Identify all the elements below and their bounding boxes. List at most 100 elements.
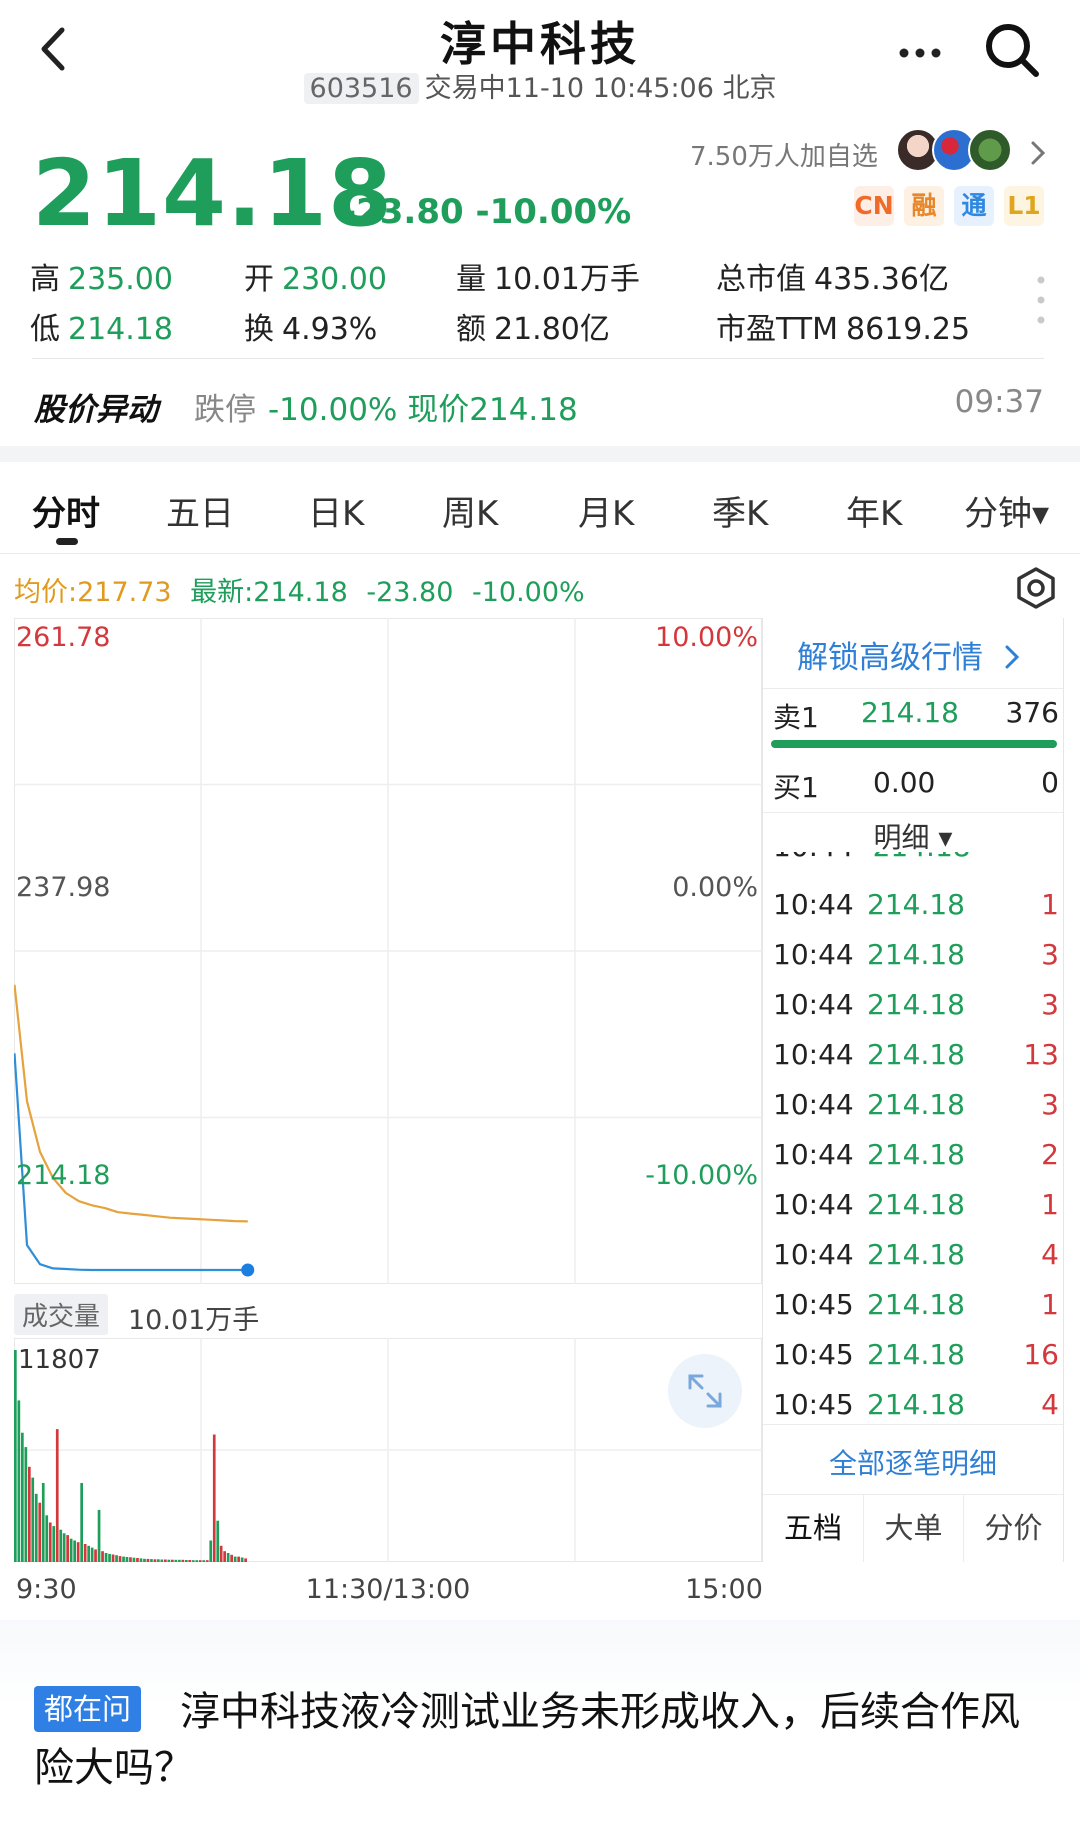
volume-bar xyxy=(209,1540,213,1562)
volume-bar xyxy=(17,1400,21,1562)
volume-bar xyxy=(101,1551,104,1562)
volume-bar xyxy=(38,1502,42,1562)
tick-row: 10:45 214.18 16 xyxy=(773,1338,1059,1378)
volume-total: 10.01万手 xyxy=(128,1305,260,1336)
avatar xyxy=(968,128,1012,172)
tab-2[interactable]: 日K xyxy=(308,486,364,535)
tab-0[interactable]: 分时 xyxy=(32,486,100,535)
volume-bar xyxy=(34,1493,38,1562)
tab-indicator xyxy=(56,538,78,545)
tab-6[interactable]: 年K xyxy=(846,486,902,535)
stat-label: 量 xyxy=(456,262,486,297)
chart-settings-button[interactable] xyxy=(1014,566,1058,610)
all-tick-detail-link[interactable]: 全部逐笔明细 xyxy=(763,1442,1063,1482)
y-mid-label: 237.98 xyxy=(16,872,110,903)
sell1-row[interactable]: 卖1 214.18 376 xyxy=(773,696,1059,736)
tick-price: 214.18 xyxy=(867,1038,965,1071)
time-axis-label: 9:30 xyxy=(16,1574,77,1605)
panel-tab-0[interactable]: 五档 xyxy=(763,1494,863,1562)
price-change: -23.80 -10.00% xyxy=(342,192,632,232)
stat-label: 换 xyxy=(244,312,274,347)
market-tag[interactable]: 通 xyxy=(954,186,994,226)
tick-time: 10:45 xyxy=(773,1288,854,1321)
volume-tag: 成交量 xyxy=(14,1294,109,1335)
volume-bar xyxy=(139,1558,143,1562)
tab-7[interactable]: 分钟▾ xyxy=(964,486,1049,535)
y-min-label: 214.18 xyxy=(16,1160,110,1191)
volume-bar xyxy=(90,1547,94,1562)
tick-price: 214.18 xyxy=(867,1188,965,1221)
latest-point-marker xyxy=(241,1263,255,1277)
time-axis-label: 11:30/13:00 xyxy=(305,1574,471,1605)
stats-more-icon[interactable] xyxy=(1036,270,1046,330)
tick-time: 10:44 xyxy=(773,1038,854,1071)
volume-bar xyxy=(226,1553,230,1562)
volume-bar xyxy=(205,1560,209,1562)
price-lines xyxy=(14,984,255,1277)
stat-item: 量 10.01万手 xyxy=(456,254,640,298)
tab-5[interactable]: 季K xyxy=(712,486,768,535)
news-card[interactable]: 都在问 淳中科技液冷测试业务未形成收入，后续合作风险大吗？ xyxy=(0,1620,1080,1839)
volume-bar xyxy=(136,1558,139,1562)
volume-bar xyxy=(69,1538,73,1562)
tab-3[interactable]: 周K xyxy=(442,486,498,535)
volume-bar xyxy=(21,1432,24,1562)
volume-bar xyxy=(223,1551,226,1562)
volume-bar xyxy=(160,1559,164,1562)
watchlist-count[interactable]: 7.50万人加自选 xyxy=(690,136,878,173)
volume-bar xyxy=(132,1557,136,1562)
market-tag[interactable]: L1 xyxy=(1004,186,1044,226)
market-tag[interactable]: CN xyxy=(854,186,894,226)
sell1-label: 卖1 xyxy=(773,701,819,734)
stat-item: 高 235.00 xyxy=(30,254,173,298)
stat-value: 435.36亿 xyxy=(814,262,949,297)
search-icon xyxy=(986,24,1039,77)
latest-price: 最新:214.18 xyxy=(190,577,348,608)
volume-bar xyxy=(153,1559,157,1562)
tab-1[interactable]: 五日 xyxy=(166,486,234,535)
stat-value: 21.80亿 xyxy=(494,312,610,347)
volume-bar xyxy=(87,1545,90,1562)
alert-type: 跌停 xyxy=(194,392,256,428)
watchers-chevron[interactable] xyxy=(1028,138,1048,172)
volume-chart[interactable]: 11807 xyxy=(14,1338,762,1562)
tick-time: 10:44 xyxy=(773,1138,854,1171)
divider xyxy=(763,812,1063,813)
stat-value: 4.93% xyxy=(282,312,378,347)
panel-tab-2[interactable]: 分价 xyxy=(963,1494,1063,1562)
tick-row: 10:44 214.18 1 xyxy=(773,1188,1059,1228)
tab-4[interactable]: 月K xyxy=(578,486,634,535)
volume-bar xyxy=(62,1533,66,1562)
unlock-advanced-quotes[interactable]: 解锁高级行情 xyxy=(797,632,1021,677)
volume-bar xyxy=(73,1540,76,1562)
volume-bar xyxy=(171,1559,174,1562)
stat-item: 低 214.18 xyxy=(30,304,173,348)
price-alert-row[interactable]: 股价异动 跌停 -10.00% 现价214.18 09:37 xyxy=(34,384,1044,428)
stat-label: 开 xyxy=(244,262,274,297)
volume-bar xyxy=(181,1559,185,1562)
more-button[interactable] xyxy=(896,38,946,68)
buy1-row[interactable]: 买1 0.00 0 xyxy=(773,766,1059,806)
intraday-price-chart[interactable]: 261.78 237.98 214.18 10.00% 0.00% -10.00% xyxy=(14,618,762,1284)
panel-tab-1[interactable]: 大单 xyxy=(863,1494,963,1562)
trading-status: 交易中11-10 10:45:06 北京 xyxy=(424,73,777,104)
news-headline: 淳中科技液冷测试业务未形成收入，后续合作风险大吗？ xyxy=(34,1689,1020,1791)
chart-axis-labels: 261.78 237.98 214.18 10.00% 0.00% -10.00% xyxy=(16,622,758,1191)
search-button[interactable] xyxy=(982,20,1042,80)
volume-bar xyxy=(24,1447,28,1562)
volume-bar xyxy=(55,1429,59,1562)
chevron-right-icon xyxy=(1031,141,1046,165)
market-tag[interactable]: 融 xyxy=(904,186,944,226)
tick-volume: 16 xyxy=(1023,1338,1059,1371)
expand-chart-button[interactable] xyxy=(668,1354,742,1428)
volume-bar xyxy=(195,1560,199,1562)
volume-bar xyxy=(129,1557,132,1562)
tick-volume: 13 xyxy=(1023,1038,1059,1071)
stat-value: 235.00 xyxy=(68,262,173,297)
tick-time: 10:45 xyxy=(773,1338,854,1371)
tick-price: 214.18 xyxy=(867,1338,965,1371)
detail-dropdown[interactable]: 明细 ▾ xyxy=(763,816,1063,856)
tick-row: 10:44 214.18 3 xyxy=(773,988,1059,1028)
current-price: 214.18 xyxy=(32,140,394,247)
unlock-label: 解锁高级行情 xyxy=(797,640,983,676)
